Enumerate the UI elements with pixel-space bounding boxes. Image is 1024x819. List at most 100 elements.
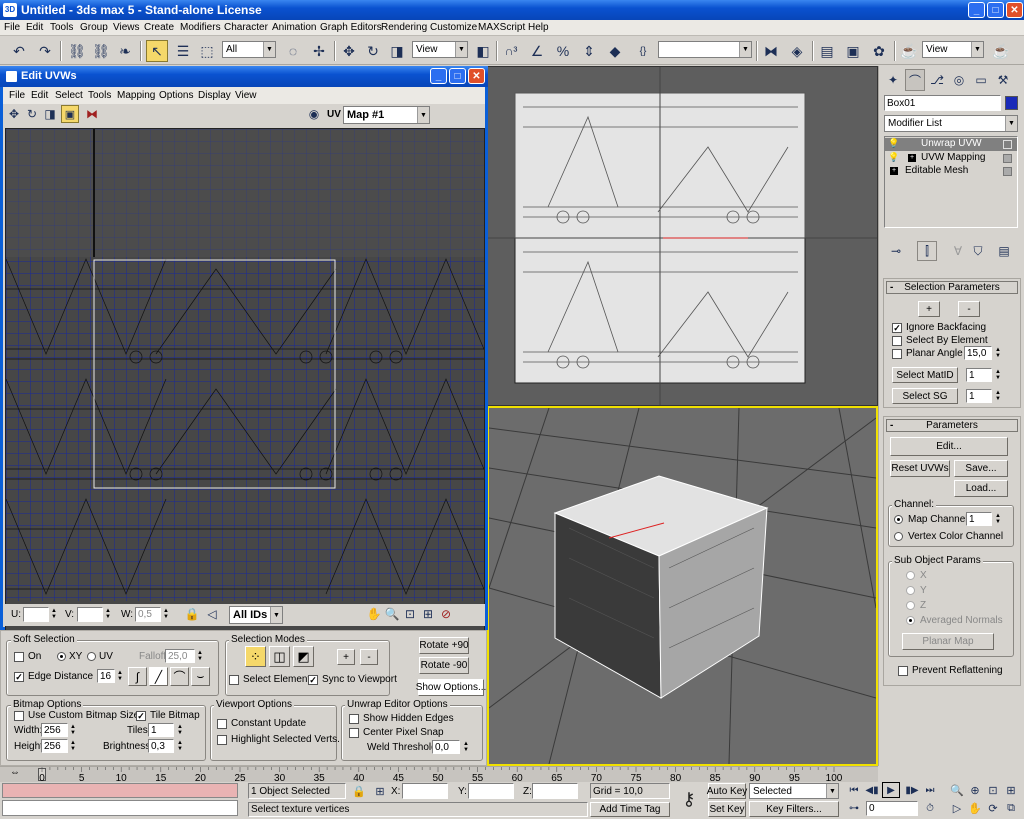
stack-toggle[interactable] [1003, 154, 1012, 163]
maximize-button[interactable]: □ [987, 2, 1004, 18]
menu-help[interactable]: Help [528, 22, 549, 33]
selection-filter-dropdown[interactable]: All ▼ [222, 41, 276, 58]
select-link-icon[interactable]: ⛓ [66, 40, 88, 62]
reset-uvws-button[interactable]: Reset UVWs [890, 460, 950, 477]
menu-rendering[interactable]: Rendering [381, 22, 427, 33]
pan-icon[interactable]: ✋ [365, 604, 383, 624]
zoom-extents-all-icon[interactable]: ⊞ [1002, 782, 1020, 798]
zoom-icon[interactable]: 🔍 [383, 604, 401, 624]
align-icon[interactable]: ◈ [786, 40, 808, 62]
v-field[interactable] [77, 607, 103, 622]
map-dropdown[interactable]: Map #1 ▼ [343, 106, 430, 124]
selection-params-header[interactable]: - Selection Parameters [886, 281, 1018, 294]
lightbulb-icon[interactable]: 💡 [888, 138, 899, 149]
u-field[interactable] [23, 607, 49, 622]
tile-bitmap-checkbox[interactable]: ✓ [136, 711, 146, 721]
uvw-menu-mapping[interactable]: Mapping [117, 90, 155, 101]
menu-create[interactable]: Create [144, 22, 174, 33]
zoom-extents-icon[interactable]: ⊞ [419, 604, 437, 624]
map-channel-field[interactable]: 1 [966, 512, 992, 526]
ids-dropdown[interactable]: All IDs ▼ [229, 606, 283, 624]
hierarchy-tab-icon[interactable]: ⎇ [927, 69, 947, 91]
filter-icon[interactable]: ◁ [203, 604, 221, 624]
save-button[interactable]: Save... [954, 460, 1008, 477]
pan-view-icon[interactable]: ✋ [966, 800, 984, 816]
menu-customize[interactable]: Customize [430, 22, 477, 33]
scale-icon[interactable]: ◨ [386, 40, 408, 62]
brightness-field[interactable]: 0,3 [148, 739, 174, 753]
uvw-rotate-icon[interactable]: ↻ [23, 104, 41, 124]
planar-map-button[interactable]: Planar Map [902, 633, 994, 650]
zoom-region-icon[interactable]: ⊡ [401, 604, 419, 624]
previous-frame-icon[interactable]: ◀▮ [864, 782, 880, 798]
mirror-icon[interactable]: ⧓ [760, 40, 782, 62]
select-sg-button[interactable]: Select SG [892, 388, 958, 404]
y-axis-radio[interactable] [906, 586, 915, 595]
modifier-list-dropdown[interactable]: Modifier List ▼ [884, 115, 1018, 132]
percent-snap-icon[interactable]: % [552, 40, 574, 62]
named-selection-sets-icon[interactable]: {} [632, 40, 654, 62]
select-by-element-checkbox[interactable] [892, 336, 902, 346]
parameters-header[interactable]: - Parameters [886, 419, 1018, 432]
menu-file[interactable]: File [4, 22, 20, 33]
undo-icon[interactable]: ↶ [8, 40, 30, 62]
lightbulb-icon[interactable]: 💡 [888, 152, 899, 163]
window-crossing-icon[interactable]: ◌ [282, 40, 304, 62]
zoom-viewport-icon[interactable]: 🔍 [948, 782, 966, 798]
material-editor-icon[interactable]: ✿ [868, 40, 890, 62]
render-scene-icon[interactable]: ☕ [898, 40, 920, 62]
move-icon[interactable]: ✥ [338, 40, 360, 62]
stack-item-unwrap[interactable]: 💡 Unwrap UVW [885, 138, 1017, 151]
select-matid-button[interactable]: Select MatID [892, 367, 958, 383]
menu-views[interactable]: Views [113, 22, 140, 33]
maxscript-listener[interactable] [2, 783, 238, 798]
uvw-menu-select[interactable]: Select [55, 90, 83, 101]
selection-shrink-button[interactable]: - [360, 649, 378, 665]
planar-angle-field[interactable]: 15,0 [964, 346, 992, 360]
planar-angle-checkbox[interactable] [892, 349, 902, 359]
go-to-end-icon[interactable]: ⏭ [922, 782, 938, 798]
field-of-view-icon[interactable]: ▷ [948, 800, 966, 816]
rectangular-selection-icon[interactable]: ⬚ [196, 40, 218, 62]
uvw-freeform-icon[interactable]: ▣ [61, 105, 79, 123]
vertex-mode-button[interactable]: ⁘ [245, 646, 266, 667]
display-tab-icon[interactable]: ▭ [971, 69, 991, 91]
load-button[interactable]: Load... [954, 480, 1008, 497]
uvw-menu-tools[interactable]: Tools [88, 90, 111, 101]
pin-stack-icon[interactable]: ⊸ [886, 241, 906, 261]
vertex-color-radio[interactable] [894, 532, 903, 541]
stack-item-uvw-mapping[interactable]: 💡 + UVW Mapping [885, 152, 1017, 165]
w-field[interactable]: 0,5 [135, 607, 161, 622]
stack-toggle[interactable] [1003, 167, 1012, 176]
edge-distance-checkbox[interactable]: ✓ [14, 672, 24, 682]
averaged-normals-radio[interactable] [906, 616, 915, 625]
schematic-view-icon[interactable]: ▣ [842, 40, 864, 62]
utilities-tab-icon[interactable]: ⚒ [993, 69, 1013, 91]
key-filters-button[interactable]: Key Filters... [749, 801, 839, 817]
remove-modifier-icon[interactable]: ⛉ [968, 241, 988, 261]
add-time-tag-button[interactable]: Add Time Tag [590, 802, 670, 817]
modify-tab-icon[interactable]: ⌒ [905, 69, 925, 91]
edge-distance-field[interactable]: 16 [97, 669, 115, 683]
uvw-mirror-icon[interactable]: ⧓ [83, 104, 101, 124]
uvw-menu-view[interactable]: View [235, 90, 257, 101]
object-color-swatch[interactable] [1005, 96, 1018, 110]
show-hidden-edges-checkbox[interactable] [349, 714, 359, 724]
uv-label[interactable]: UV [327, 109, 341, 120]
timeline[interactable]: 0 5 10 15 20 25 30 35 40 45 50 55 60 65 70 75 80 85 90 95 10… [0, 766, 878, 784]
rotate-icon[interactable]: ↻ [362, 40, 384, 62]
create-tab-icon[interactable]: ✦ [883, 69, 903, 91]
absolute-mode-icon[interactable]: ⊞ [372, 782, 388, 800]
falloff-slow-button[interactable]: ⌒ [170, 667, 189, 686]
named-selection-edit-icon[interactable]: ◆ [604, 40, 626, 62]
map-channel-radio[interactable] [894, 515, 903, 524]
unlink-icon[interactable]: ⛓ [90, 40, 112, 62]
select-element-checkbox[interactable] [229, 675, 239, 685]
sync-viewport-checkbox[interactable]: ✓ [308, 675, 318, 685]
x-coord-field[interactable] [402, 783, 448, 799]
uvw-menu-edit[interactable]: Edit [31, 90, 48, 101]
sg-field[interactable]: 1 [966, 389, 992, 403]
menu-animation[interactable]: Animation [272, 22, 316, 33]
next-frame-icon[interactable]: ▮▶ [904, 782, 920, 798]
z-axis-radio[interactable] [906, 601, 915, 610]
